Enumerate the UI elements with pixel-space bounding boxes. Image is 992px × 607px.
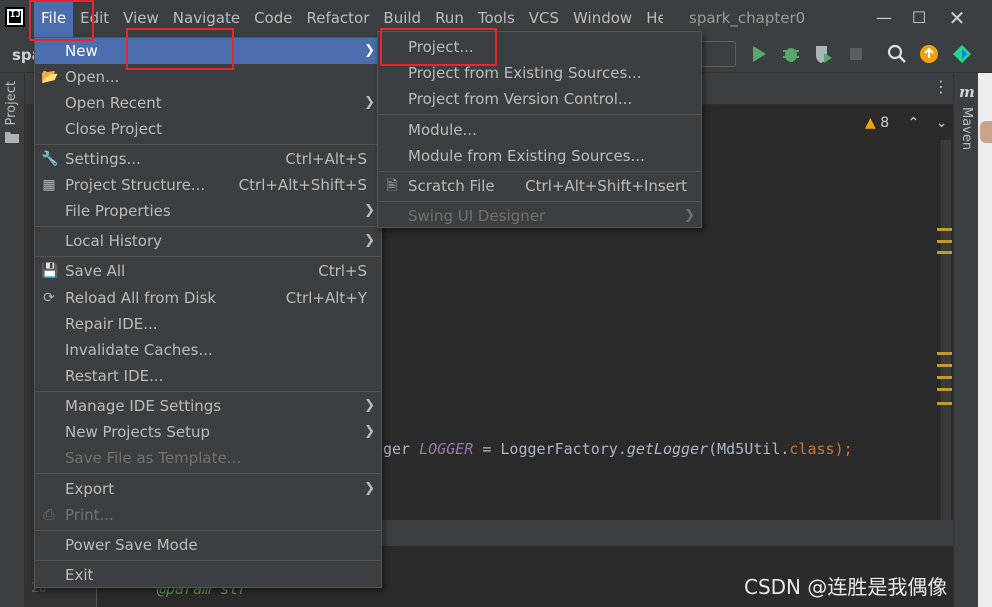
inspection-widget[interactable]: ▲ 8 ⌃ ⌄ xyxy=(865,115,948,131)
menu-separator xyxy=(35,530,381,531)
coverage-icon[interactable] xyxy=(812,43,834,65)
submenu-item-scratch-file[interactable]: 🖹 Scratch File Ctrl+Alt+Shift+Insert xyxy=(378,173,701,199)
avatar xyxy=(980,121,992,143)
prev-highlight-icon[interactable]: ⌃ xyxy=(908,115,920,131)
folder-icon xyxy=(5,132,19,143)
menu-item-exit[interactable]: Exit xyxy=(35,562,381,588)
highlight-box-file xyxy=(29,0,94,41)
submenu-item-module[interactable]: Module... xyxy=(378,117,701,143)
menu-separator xyxy=(35,144,381,145)
code-line: ger LOGGER = LoggerFactory.getLogger(Md5… xyxy=(383,440,853,458)
scratch-file-icon: 🖹 xyxy=(386,178,398,194)
stop-icon[interactable] xyxy=(845,43,867,65)
menu-item-project-structure[interactable]: ▦ Project Structure... Ctrl+Alt+Shift+S xyxy=(35,172,381,198)
search-icon[interactable] xyxy=(886,43,908,65)
right-tool-strip: m Maven xyxy=(953,73,978,607)
menu-separator xyxy=(35,226,381,227)
submenu-item-project-from-vcs[interactable]: Project from Version Control... xyxy=(378,86,701,112)
run-config-selector[interactable] xyxy=(696,41,736,67)
open-folder-icon: 📂 xyxy=(41,69,59,85)
error-stripe-marker[interactable] xyxy=(937,352,952,355)
error-stripe-marker[interactable] xyxy=(937,240,952,243)
menu-item-reload[interactable]: ⟳ Reload All from Disk Ctrl+Alt+Y xyxy=(35,285,381,311)
background-window xyxy=(978,73,992,607)
highlight-box-project xyxy=(380,28,497,66)
menu-refactor[interactable]: Refactor xyxy=(299,0,376,37)
editor-scrollbar[interactable] xyxy=(941,140,951,520)
menu-item-new-projects-setup[interactable]: New Projects Setup ❯ xyxy=(35,419,381,445)
menu-item-export[interactable]: Export ❯ xyxy=(35,476,381,502)
plugin-icon[interactable] xyxy=(951,43,973,65)
close-icon[interactable]: ✕ xyxy=(943,6,971,30)
highlight-box-new xyxy=(126,28,234,70)
menu-item-invalidate-caches[interactable]: Invalidate Caches... xyxy=(35,337,381,363)
menu-separator xyxy=(378,114,701,115)
submenu-item-swing-ui-designer[interactable]: Swing UI Designer ❯ xyxy=(378,203,701,229)
window-title: spark_chapter0 xyxy=(689,9,806,27)
menu-item-save-all[interactable]: 💾 Save All Ctrl+S xyxy=(35,258,381,284)
minimize-icon[interactable]: — xyxy=(870,6,898,30)
menu-separator xyxy=(378,171,701,172)
print-icon: ⎙ xyxy=(43,507,55,523)
debug-icon[interactable] xyxy=(780,43,802,65)
next-highlight-icon[interactable]: ⌄ xyxy=(936,115,948,131)
run-icon[interactable] xyxy=(748,43,770,65)
menu-item-manage-ide-settings[interactable]: Manage IDE Settings ❯ xyxy=(35,393,381,419)
menu-separator xyxy=(35,473,381,474)
error-stripe-marker[interactable] xyxy=(937,228,952,231)
file-menu: New ❯ 📂 Open... Open Recent ❯ Close Project… xyxy=(34,37,382,588)
menu-item-print[interactable]: ⎙ Print... xyxy=(35,502,381,528)
menu-item-power-save-mode[interactable]: Power Save Mode xyxy=(35,532,381,558)
menu-separator xyxy=(35,391,381,392)
left-tool-strip: Project xyxy=(0,73,25,607)
menu-separator xyxy=(378,201,701,202)
menu-item-restart-ide[interactable]: Restart IDE... xyxy=(35,363,381,389)
warning-icon: ▲ xyxy=(865,115,876,131)
menu-item-file-properties[interactable]: File Properties ❯ xyxy=(35,198,381,224)
update-icon[interactable] xyxy=(918,43,940,65)
error-stripe-marker[interactable] xyxy=(937,388,952,391)
error-stripe-marker[interactable] xyxy=(937,376,952,379)
error-stripe-marker[interactable] xyxy=(937,364,952,367)
maximize-icon[interactable]: ☐ xyxy=(905,6,933,30)
menu-item-open-recent[interactable]: Open Recent ❯ xyxy=(35,90,381,116)
save-icon: 💾 xyxy=(41,263,59,279)
more-tabs-icon[interactable]: ⋮ xyxy=(933,77,949,96)
menu-separator xyxy=(35,256,381,257)
project-structure-icon: ▦ xyxy=(42,177,56,193)
warning-count: 8 xyxy=(880,115,890,131)
menu-item-settings[interactable]: 🔧 Settings... Ctrl+Alt+S xyxy=(35,146,381,172)
submenu-item-module-from-existing[interactable]: Module from Existing Sources... xyxy=(378,143,701,169)
watermark: CSDN @连胜是我偶像 xyxy=(744,575,948,599)
project-tool-tab[interactable]: Project xyxy=(4,81,19,125)
menu-separator xyxy=(35,560,381,561)
intellij-logo-icon: IJ xyxy=(5,7,25,27)
menu-item-repair-ide[interactable]: Repair IDE... xyxy=(35,311,381,337)
menu-item-local-history[interactable]: Local History ❯ xyxy=(35,228,381,254)
menu-item-close-project[interactable]: Close Project xyxy=(35,116,381,142)
maven-tool-tab[interactable]: Maven xyxy=(959,107,974,150)
wrench-icon: 🔧 xyxy=(41,151,59,167)
error-stripe-marker[interactable] xyxy=(937,251,952,254)
maven-icon: m xyxy=(959,83,975,101)
menu-item-save-as-template[interactable]: Save File as Template... xyxy=(35,445,381,471)
error-stripe-marker[interactable] xyxy=(937,402,952,405)
reload-icon: ⟳ xyxy=(43,290,55,306)
menu-code[interactable]: Code xyxy=(247,0,299,37)
